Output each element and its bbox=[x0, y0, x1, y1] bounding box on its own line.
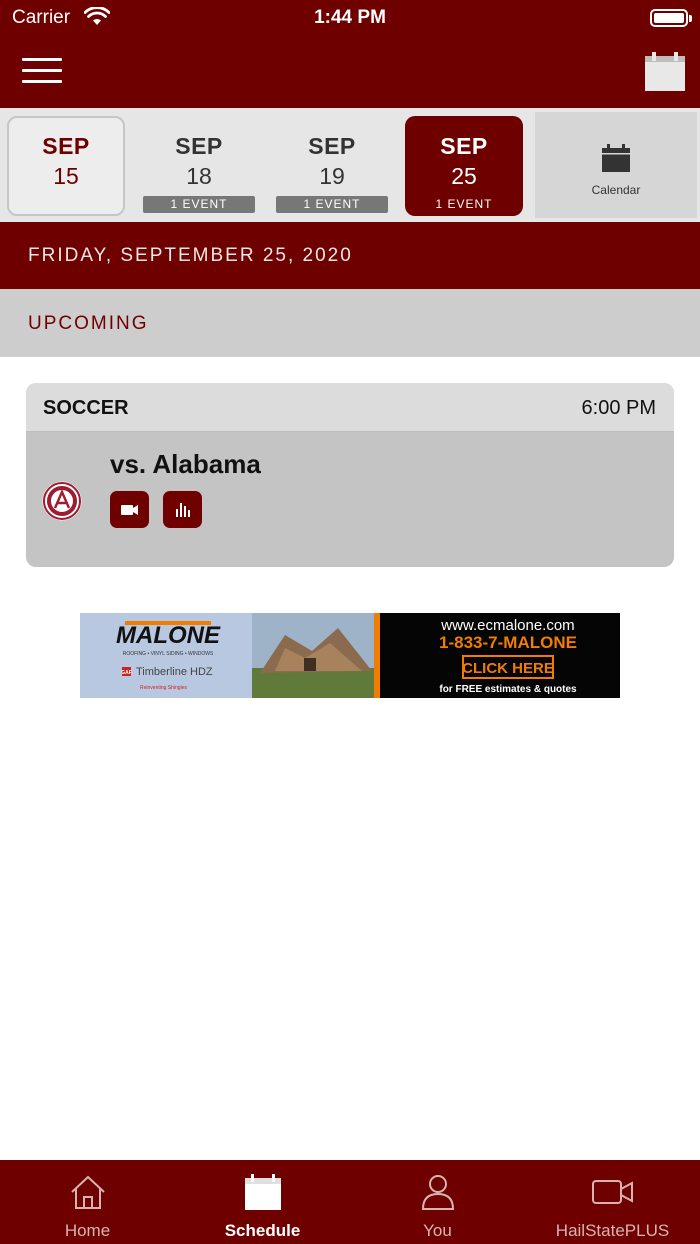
event-card-header: SOCCER 6:00 PM bbox=[26, 383, 674, 432]
event-count-badge: 1 EVENT bbox=[276, 196, 388, 213]
tab-bar: Home Schedule You HailStatePLUS bbox=[0, 1160, 700, 1244]
tab-home[interactable]: Home bbox=[0, 1160, 175, 1244]
selected-date-text: FRIDAY, SEPTEMBER 25, 2020 bbox=[28, 245, 353, 266]
ad-url: www.ecmalone.com bbox=[440, 617, 574, 634]
event-card[interactable]: SOCCER 6:00 PM vs. Alabama bbox=[26, 383, 674, 567]
calendar-icon[interactable] bbox=[645, 52, 685, 92]
tab-label: Schedule bbox=[224, 1221, 301, 1240]
person-icon bbox=[421, 1175, 454, 1210]
tab-label: Home bbox=[64, 1221, 111, 1240]
section-label: UPCOMING bbox=[28, 313, 149, 334]
video-camera-icon bbox=[591, 1180, 633, 1204]
event-opponent: vs. Alabama bbox=[110, 449, 261, 479]
day-number: 25 bbox=[451, 163, 477, 189]
home-icon bbox=[70, 1175, 105, 1209]
day-sep-19[interactable]: SEP 19 1 EVENT bbox=[273, 116, 391, 216]
selected-date-header: FRIDAY, SEPTEMBER 25, 2020 bbox=[0, 222, 700, 289]
event-count-badge: 1 EVENT bbox=[143, 196, 255, 213]
day-month: SEP bbox=[308, 133, 356, 159]
event-time: 6:00 PM bbox=[581, 397, 656, 419]
calendar-icon bbox=[244, 1174, 281, 1210]
event-count-badge: 1 EVENT bbox=[435, 197, 493, 211]
day-month: SEP bbox=[440, 133, 488, 159]
day-number: 19 bbox=[319, 163, 345, 189]
ad-note: for FREE estimates & quotes bbox=[439, 684, 577, 695]
section-header: UPCOMING bbox=[0, 289, 700, 357]
ad-partner-prefix: GAF bbox=[121, 670, 132, 676]
menu-button[interactable] bbox=[22, 58, 62, 86]
ad-phone: 1-833-7-MALONE bbox=[439, 633, 577, 652]
bar-chart-icon bbox=[176, 503, 190, 517]
tab-label: HailStatePLUS bbox=[555, 1221, 670, 1240]
battery-icon bbox=[650, 9, 692, 27]
ad-partner-sub: Reinventing Shingles bbox=[140, 685, 187, 691]
day-month: SEP bbox=[175, 133, 223, 159]
day-sep-18[interactable]: SEP 18 1 EVENT bbox=[140, 116, 258, 216]
tab-schedule[interactable]: Schedule bbox=[175, 1160, 350, 1244]
ad-tagline: ROOFING • VINYL SIDING • WINDOWS bbox=[123, 651, 214, 657]
ad-cta: CLICK HERE bbox=[462, 660, 554, 677]
opponent-logo-icon bbox=[42, 481, 82, 521]
tab-you[interactable]: You bbox=[350, 1160, 525, 1244]
watch-video-button[interactable] bbox=[110, 491, 149, 528]
day-number: 18 bbox=[186, 163, 212, 189]
status-bar: Carrier 1:44 PM bbox=[0, 0, 700, 36]
tab-hailstateplus[interactable]: HailStatePLUS bbox=[525, 1160, 700, 1244]
video-camera-icon bbox=[121, 505, 138, 515]
calendar-label: Calendar bbox=[591, 183, 641, 197]
top-bar: Carrier 1:44 PM bbox=[0, 0, 700, 108]
ad-partner: Timberline HDZ bbox=[136, 666, 213, 678]
date-strip: SEP 15 SEP 18 1 EVENT SEP 19 1 EVENT SEP… bbox=[0, 108, 700, 222]
advertisement-banner[interactable]: MALONE ROOFING • VINYL SIDING • WINDOWS … bbox=[80, 613, 620, 698]
tab-label: You bbox=[423, 1221, 452, 1240]
day-month: SEP bbox=[42, 133, 90, 159]
day-number: 15 bbox=[53, 163, 79, 189]
clock: 1:44 PM bbox=[314, 7, 386, 28]
event-sport: SOCCER bbox=[43, 397, 129, 419]
calendar-icon bbox=[602, 144, 630, 172]
ad-brand: MALONE bbox=[116, 622, 221, 649]
day-sep-25[interactable]: SEP 25 1 EVENT bbox=[405, 116, 523, 216]
day-sep-15[interactable]: SEP 15 bbox=[7, 116, 125, 216]
stats-button[interactable] bbox=[163, 491, 202, 528]
calendar-button[interactable]: Calendar bbox=[535, 112, 697, 218]
